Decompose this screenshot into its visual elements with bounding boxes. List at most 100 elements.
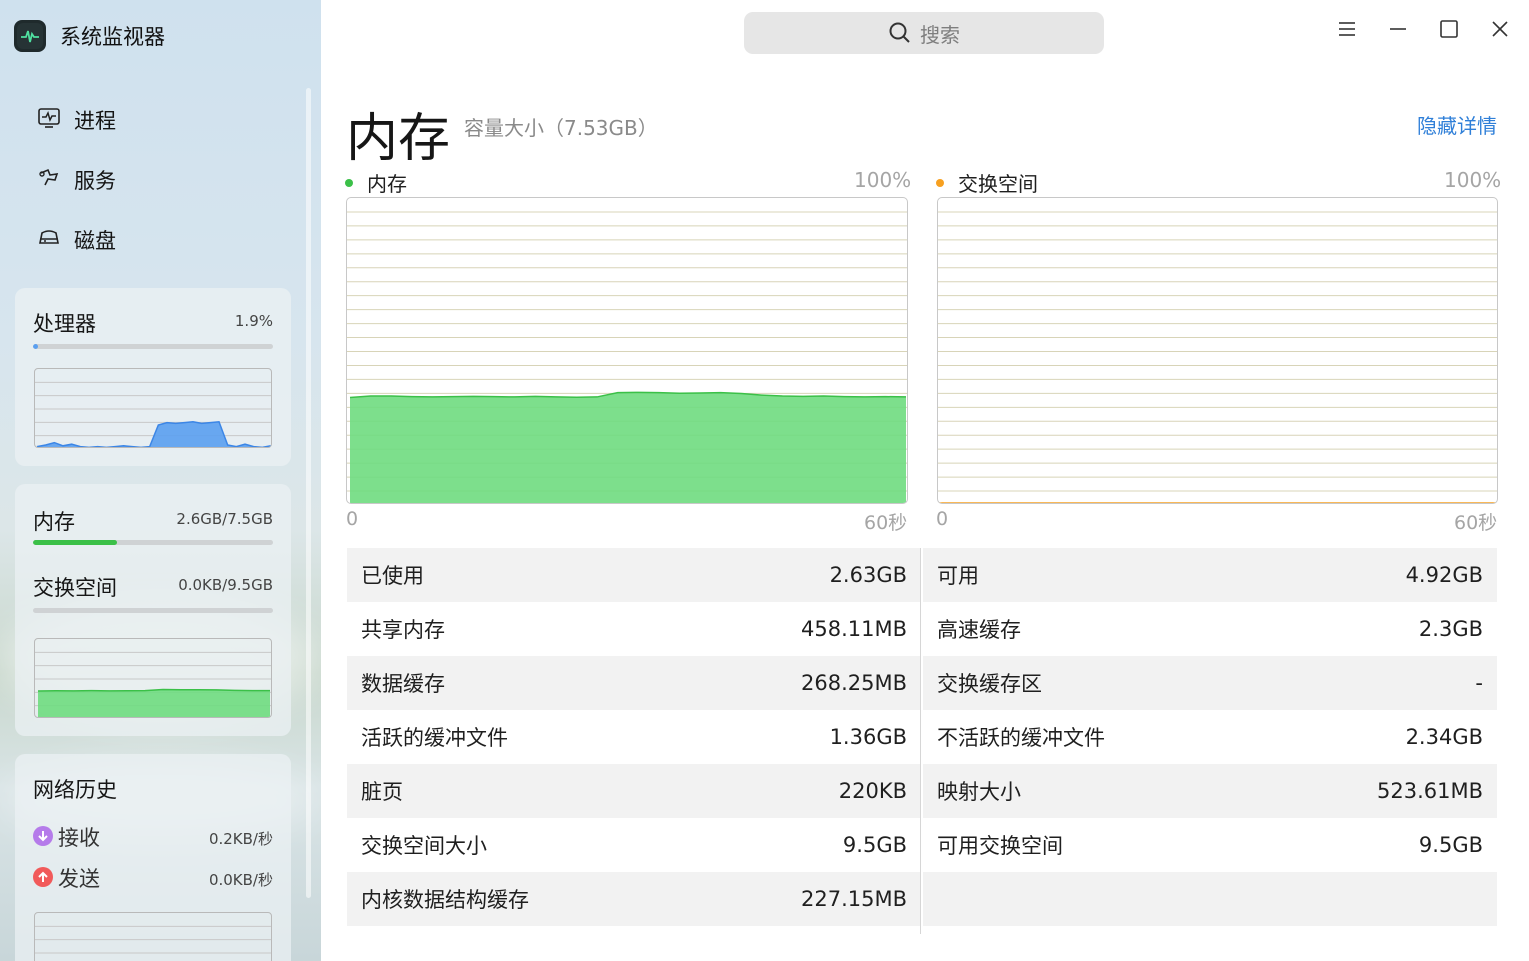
cpu-usage-bar-fill: [33, 344, 38, 349]
cpu-value: 1.9%: [234, 312, 273, 330]
swap-chart-x-start: 0: [936, 508, 949, 530]
sidebar-item-service[interactable]: 服务: [36, 150, 116, 210]
details-row-right: 交换缓存区 -: [923, 656, 1497, 710]
detail-label: 已使用: [361, 564, 424, 588]
details-row-left: 共享内存 458.11MB: [347, 602, 921, 656]
network-title: 网络历史: [33, 778, 117, 802]
menu-button[interactable]: [1330, 12, 1364, 46]
details-row-right: 不活跃的缓冲文件 2.34GB: [923, 710, 1497, 764]
memory-chart-x-start: 0: [346, 508, 359, 530]
detail-label: 映射大小: [937, 780, 1021, 804]
sidebar-item-label: 服务: [74, 169, 116, 193]
memory-chart-legend: 内存: [345, 168, 407, 196]
memory-mini-chart: [34, 638, 272, 718]
sidebar-item-process[interactable]: 进程: [36, 90, 116, 150]
detail-label: 可用交换空间: [937, 834, 1063, 858]
memory-usage-bar: [33, 540, 273, 545]
details-column-divider: [920, 548, 921, 934]
maximize-icon: [1440, 20, 1458, 38]
page-title: 内存: [346, 109, 451, 169]
memory-history-chart-svg: [347, 211, 907, 503]
details-row-left: 内核数据结构缓存 227.15MB: [347, 872, 921, 926]
details-row-right: 可用 4.92GB: [923, 548, 1497, 602]
disk-icon: [36, 225, 62, 256]
memory-chart-max: 100%: [854, 168, 912, 192]
search-placeholder: 搜索: [920, 22, 960, 47]
memory-history-chart: [346, 197, 908, 504]
memory-title: 内存: [33, 510, 75, 534]
detail-value: 268.25MB: [800, 671, 907, 695]
swap-value: 0.0KB/9.5GB: [178, 576, 273, 594]
upload-arrow-icon: [33, 867, 53, 887]
details-row-right: 映射大小 523.61MB: [923, 764, 1497, 818]
detail-value: 9.5GB: [842, 833, 907, 857]
detail-label: 数据缓存: [361, 672, 445, 696]
sidebar-item-label: 磁盘: [74, 229, 116, 253]
close-button[interactable]: [1483, 12, 1517, 46]
network-mini-chart: [34, 912, 272, 961]
memory-mini-chart-svg: [35, 651, 271, 717]
memory-mini-line: [37, 688, 271, 692]
search-icon: [889, 22, 910, 43]
memory-legend-dot: [345, 178, 353, 187]
detail-label: 内核数据结构缓存: [361, 888, 529, 912]
swap-chart-x-end: 60秒: [1454, 512, 1498, 534]
search-input[interactable]: 搜索: [744, 12, 1104, 54]
detail-value: 458.11MB: [800, 617, 907, 641]
swap-chart-max: 100%: [1444, 168, 1502, 192]
swap-history-chart-svg: [938, 211, 1497, 503]
detail-label: 脏页: [361, 780, 403, 804]
cpu-mini-chart-svg: [35, 381, 271, 447]
detail-value: 4.92GB: [1405, 563, 1483, 587]
details-row-empty: [923, 872, 1497, 926]
minimize-button[interactable]: [1381, 12, 1415, 46]
hide-details-link[interactable]: 隐藏详情: [1417, 110, 1497, 139]
cpu-usage-bar: [33, 344, 273, 349]
maximize-button[interactable]: [1432, 12, 1466, 46]
cpu-card[interactable]: 处理器 1.9%: [15, 288, 291, 466]
details-row-left: 数据缓存 268.25MB: [347, 656, 921, 710]
details-row-left: 交换空间大小 9.5GB: [347, 818, 921, 872]
swap-usage-bar: [33, 608, 273, 613]
detail-label: 不活跃的缓冲文件: [937, 726, 1105, 750]
app-logo-icon: [14, 20, 46, 52]
send-value: 0.0KB/秒: [208, 871, 273, 889]
detail-label: 交换缓存区: [937, 672, 1042, 696]
sidebar-item-disk[interactable]: 磁盘: [36, 210, 116, 270]
cpu-mini-chart: [34, 368, 272, 448]
service-icon: [36, 165, 62, 196]
details-row-left: 活跃的缓冲文件 1.36GB: [347, 710, 921, 764]
details-row-left: 脏页 220KB: [347, 764, 921, 818]
sidebar-scrollbar[interactable]: [306, 88, 311, 898]
close-icon: [1492, 21, 1508, 37]
detail-value: 2.34GB: [1405, 725, 1483, 749]
hamburger-menu-icon: [1339, 22, 1355, 36]
cpu-title: 处理器: [33, 312, 96, 336]
minimize-icon: [1390, 28, 1406, 30]
detail-value: 227.15MB: [800, 887, 907, 911]
memory-card[interactable]: 内存 2.6GB/7.5GB 交换空间 0.0KB/9.5GB: [15, 484, 291, 736]
memory-chart-label: 内存: [367, 172, 407, 196]
network-card[interactable]: 网络历史 接收 0.2KB/秒 发送 0.0KB/秒: [15, 754, 291, 961]
network-mini-chart-svg: [35, 925, 271, 954]
recv-value: 0.2KB/秒: [208, 830, 273, 848]
recv-label: 接收: [58, 826, 100, 850]
detail-value: 9.5GB: [1418, 833, 1483, 857]
detail-value: 220KB: [838, 779, 907, 803]
swap-legend-dot: [936, 178, 944, 187]
detail-label: 共享内存: [361, 618, 445, 642]
swap-chart-legend: 交换空间: [936, 168, 1038, 196]
detail-value: 1.36GB: [829, 725, 907, 749]
memory-mini-area: [38, 689, 270, 717]
detail-value: 2.63GB: [829, 563, 907, 587]
detail-value: 523.61MB: [1376, 779, 1483, 803]
download-arrow-icon: [33, 826, 53, 846]
details-row-right: 可用交换空间 9.5GB: [923, 818, 1497, 872]
sidebar: 系统监视器 进程 服务 磁盘 处理器 1.9% 内存 2.6GB/7.5GB 交…: [0, 0, 321, 961]
details-row-left: 已使用 2.63GB: [347, 548, 921, 602]
detail-label: 高速缓存: [937, 618, 1021, 642]
memory-chart-x-end: 60秒: [864, 512, 908, 534]
detail-label: 活跃的缓冲文件: [361, 726, 508, 750]
swap-chart-label: 交换空间: [958, 172, 1038, 196]
details-row-right: 高速缓存 2.3GB: [923, 602, 1497, 656]
